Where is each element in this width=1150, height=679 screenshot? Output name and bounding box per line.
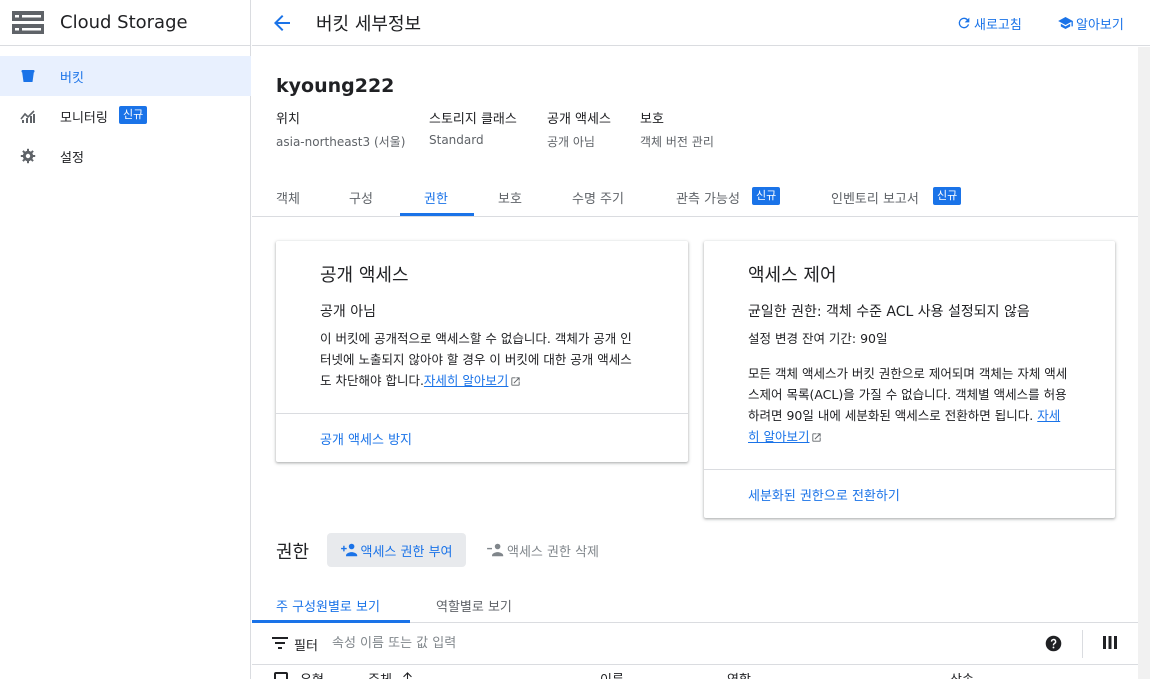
grant-access-label: 액세스 권한 부여 [360, 544, 453, 560]
school-icon [1058, 17, 1073, 29]
permissions-title: 권한 [276, 542, 310, 563]
tab-protection[interactable]: 보호 [498, 188, 522, 207]
monitoring-icon [20, 110, 35, 123]
tab-lifecycle[interactable]: 수명 주기 [572, 188, 624, 207]
page-title: 버킷 세부정보 [316, 14, 422, 35]
refresh-button[interactable]: 새로고침 [956, 13, 1022, 33]
person-remove-icon [487, 543, 504, 557]
bucket-name: kyoung222 [276, 75, 395, 97]
tab-bar: 객체 구성 권한 보호 수명 주기 관측 가능성 신규 인벤토리 보고서 신규 [252, 176, 1138, 217]
tab-inventory-reports[interactable]: 인벤토리 보고서 [831, 188, 919, 207]
tab-observability[interactable]: 관측 가능성 [676, 188, 740, 207]
prevent-public-access-link[interactable]: 공개 액세스 방지 [320, 429, 412, 448]
meta-label-protection: 보호 [640, 112, 664, 127]
switch-fine-grained-link[interactable]: 세분화된 권한으로 전환하기 [748, 485, 900, 504]
new-badge: 신규 [933, 187, 962, 205]
bucket-icon [21, 70, 35, 82]
back-arrow-icon[interactable] [270, 11, 294, 35]
public-access-status: 공개 아님 [320, 304, 376, 320]
filter-input[interactable] [332, 630, 932, 656]
card-title: 액세스 제어 [748, 265, 837, 286]
learn-label: 알아보기 [1076, 17, 1124, 33]
active-subtab-indicator [252, 620, 410, 623]
uniform-access-label: 균일한 권한: 객체 수준 ACL 사용 설정되지 않음 [748, 304, 1030, 320]
public-access-card: 공개 액세스 공개 아님 이 버킷에 공개적으로 액세스할 수 없습니다. 객체… [276, 241, 688, 462]
sidebar: Cloud Storage 버킷 모니터링 신규 설정 [0, 0, 251, 679]
sidebar-item-monitoring[interactable]: 모니터링 신규 [0, 96, 251, 136]
sort-up-icon[interactable] [401, 670, 414, 679]
grant-access-button[interactable]: 액세스 권한 부여 [327, 533, 466, 567]
table-header: 유형 주체 이름 역할 상속 [252, 664, 1138, 679]
meta-label-storage-class: 스토리지 클래스 [429, 112, 517, 127]
tab-objects[interactable]: 객체 [276, 188, 300, 207]
storage-icon [12, 11, 44, 34]
tab-configuration[interactable]: 구성 [349, 188, 373, 207]
access-control-card: 액세스 제어 균일한 권한: 객체 수준 ACL 사용 설정되지 않음 설정 변… [704, 241, 1115, 518]
meta-value-storage-class: Standard [429, 133, 484, 147]
select-all-checkbox[interactable] [274, 672, 288, 679]
sidebar-item-buckets[interactable]: 버킷 [0, 56, 251, 96]
view-subtabs: 주 구성원별로 보기 역할별로 보기 [252, 585, 1138, 623]
tab-view-by-principals[interactable]: 주 구성원별로 보기 [276, 596, 380, 615]
new-badge: 신규 [752, 187, 781, 205]
top-bar: 버킷 세부정보 새로고침 알아보기 [252, 0, 1150, 46]
column-header-name[interactable]: 이름 [600, 669, 624, 679]
app-title: Cloud Storage [60, 12, 188, 33]
person-add-icon [340, 543, 357, 557]
gear-icon [20, 148, 36, 164]
sidebar-item-settings[interactable]: 설정 [0, 136, 251, 176]
public-access-description: 이 버킷에 공개적으로 액세스할 수 없습니다. 객체가 공개 인 터넷에 노출… [320, 331, 632, 388]
refresh-label: 새로고침 [974, 17, 1022, 33]
meta-value-public-access: 공개 아님 [547, 135, 595, 149]
tab-permissions[interactable]: 권한 [424, 188, 448, 207]
refresh-icon [958, 17, 970, 29]
learn-more-link[interactable]: 히 알아보기 [748, 429, 809, 444]
filter-label: 필터 [294, 639, 318, 654]
column-display-icon[interactable] [1103, 636, 1117, 649]
sidebar-item-label: 모니터링 [60, 111, 108, 126]
filter-icon [272, 637, 288, 649]
column-header-principal[interactable]: 주체 [368, 669, 392, 679]
meta-label-location: 위치 [276, 112, 300, 127]
meta-label-public-access: 공개 액세스 [547, 112, 611, 127]
help-icon[interactable] [1045, 635, 1062, 652]
sidebar-item-label: 버킷 [60, 71, 84, 86]
brand: Cloud Storage [0, 0, 251, 46]
card-title: 공개 액세스 [320, 265, 409, 286]
learn-button[interactable]: 알아보기 [1057, 13, 1124, 33]
sidebar-item-label: 설정 [60, 151, 84, 166]
filter-bar: 필터 [252, 624, 1138, 664]
remove-access-button[interactable]: 액세스 권한 삭제 [487, 533, 599, 567]
access-control-description: 모든 객체 액세스가 버킷 권한으로 제어되며 객체는 자체 액세 스제어 목록… [748, 366, 1068, 444]
tab-view-by-roles[interactable]: 역할별로 보기 [436, 596, 512, 615]
meta-value-protection: 객체 버전 관리 [640, 135, 714, 149]
active-tab-indicator [400, 213, 474, 216]
card-divider [276, 413, 688, 414]
toolbar-separator [1082, 630, 1083, 658]
learn-more-link[interactable]: 자세히 알아보기 [424, 373, 508, 388]
remove-access-label: 액세스 권한 삭제 [507, 544, 599, 560]
column-header-role[interactable]: 역할 [727, 669, 751, 679]
column-header-type[interactable]: 유형 [300, 669, 324, 679]
meta-value-location: asia-northeast3 (서울) [276, 135, 406, 149]
learn-more-link[interactable]: 자세 [1037, 408, 1060, 423]
external-link-icon [511, 377, 521, 386]
external-link-icon [812, 433, 822, 442]
scrollbar[interactable] [1138, 47, 1150, 679]
new-badge: 신규 [119, 106, 148, 124]
grace-period-label: 설정 변경 잔여 기간: 90일 [748, 331, 888, 346]
column-header-inherited[interactable]: 상속 [950, 669, 974, 679]
card-divider [704, 469, 1115, 470]
